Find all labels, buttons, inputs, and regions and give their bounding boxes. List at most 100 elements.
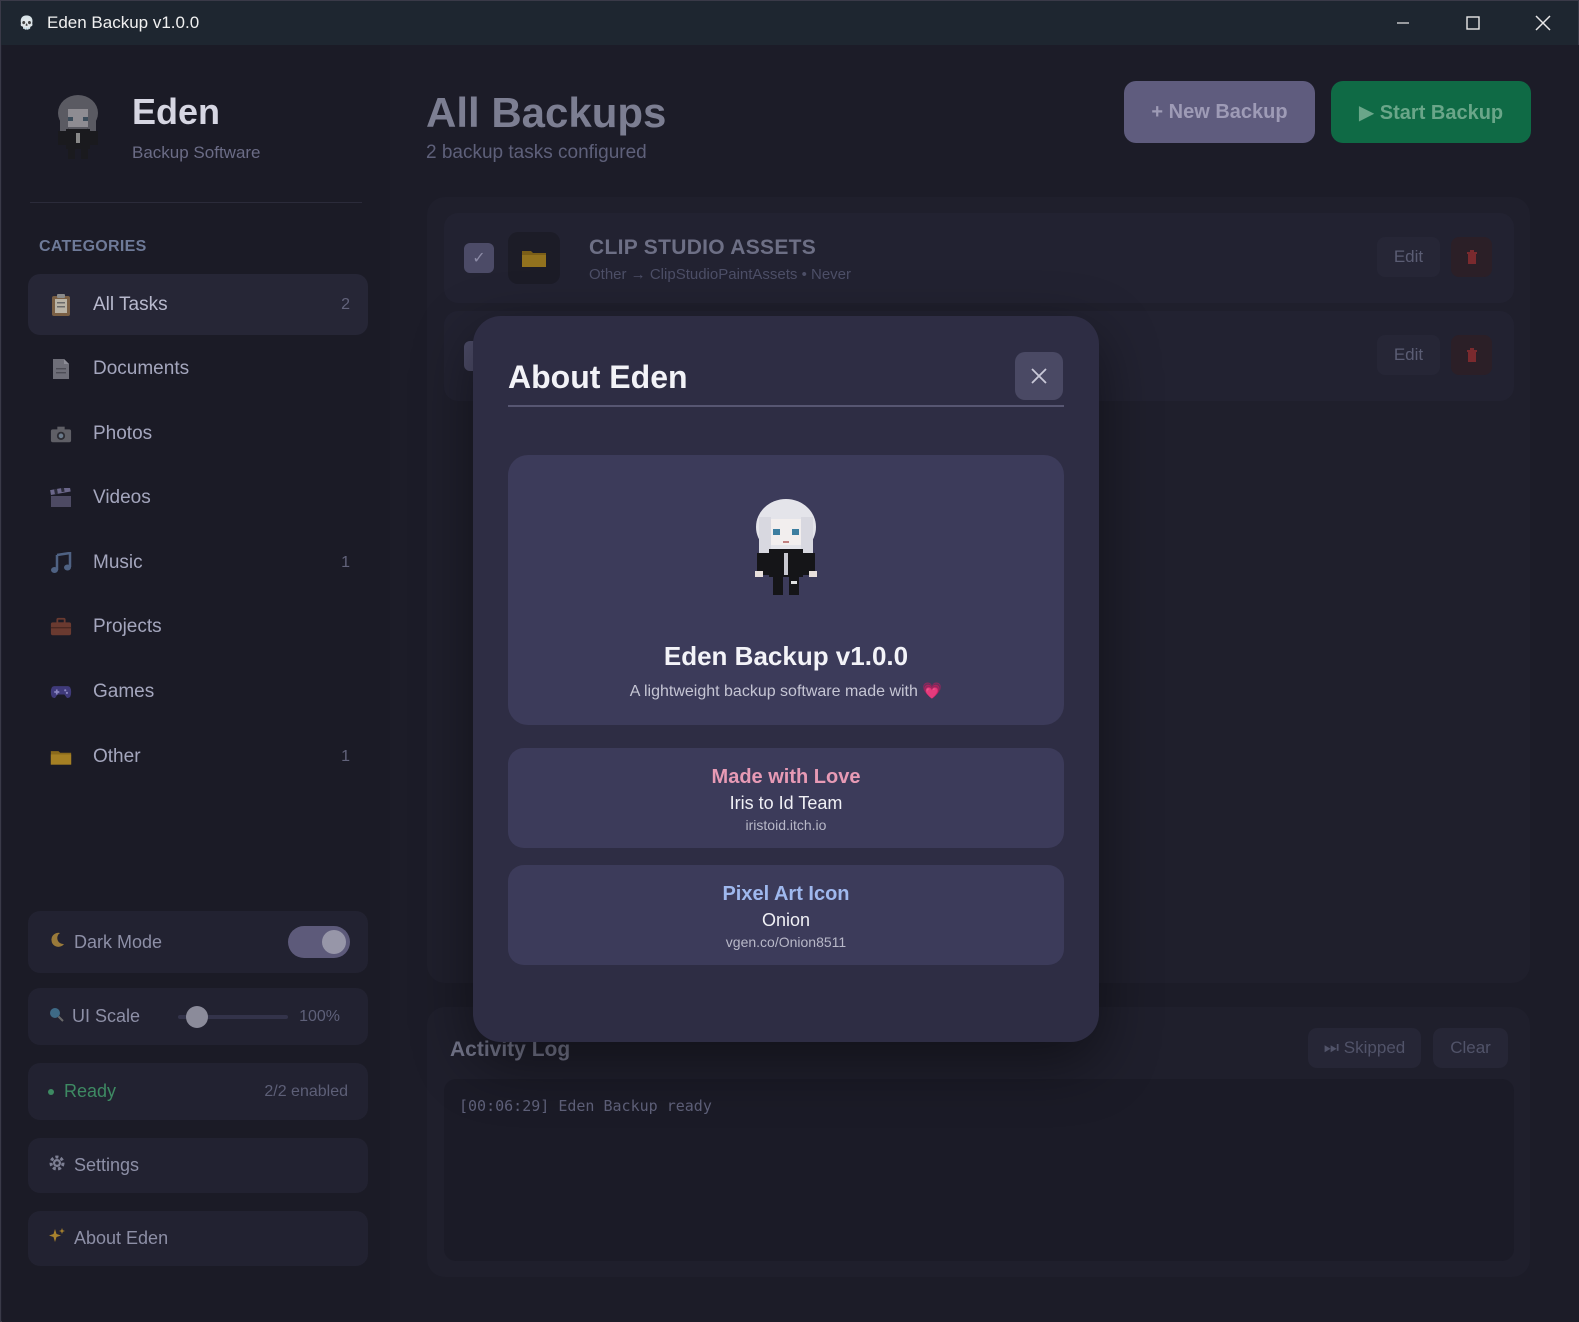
app-skull-icon: 💀: [18, 15, 36, 30]
about-eden-label: About Eden: [74, 1228, 169, 1248]
about-eden-button[interactable]: About Eden: [28, 1211, 368, 1266]
settings-button[interactable]: Settings: [28, 1138, 368, 1193]
ui-scale-label: UI Scale: [72, 1006, 141, 1026]
settings-label: Settings: [74, 1155, 140, 1175]
sidebar-item-count: 1: [341, 553, 350, 571]
credit-link[interactable]: iristoid.itch.io: [508, 817, 1064, 833]
sidebar-item-projects[interactable]: Projects: [28, 597, 368, 658]
clipboard-icon: [50, 293, 72, 316]
sidebar-item-other[interactable]: Other 1: [28, 726, 368, 787]
status-enabled-count: 2/2 enabled: [264, 1082, 348, 1100]
category-list: All Tasks 2 Documents Photos Videos Musi…: [28, 274, 368, 791]
modal-close-button[interactable]: [1015, 352, 1063, 400]
close-icon: [1535, 15, 1551, 31]
heart-icon: 💗: [922, 683, 943, 700]
sidebar-item-all-tasks[interactable]: All Tasks 2: [28, 274, 368, 335]
start-backup-button[interactable]: ▶ Start Backup: [1331, 81, 1531, 143]
sidebar-item-documents[interactable]: Documents: [28, 339, 368, 400]
gamepad-icon: [50, 681, 72, 703]
task-enabled-checkbox[interactable]: ✓: [464, 243, 494, 273]
categories-heading: CATEGORIES: [39, 238, 147, 255]
sidebar-item-label: Music: [93, 551, 143, 573]
sidebar-divider: [30, 202, 362, 203]
slider-thumb[interactable]: [186, 1006, 208, 1028]
sidebar-item-label: Documents: [93, 358, 190, 380]
close-icon: [1031, 368, 1047, 384]
activity-log-panel: Activity Log ⏭ Skipped Clear [00:06:29] …: [427, 1007, 1530, 1277]
ui-scale-row: UI Scale 100%: [28, 988, 368, 1045]
log-output: [00:06:29] Eden Backup ready: [444, 1079, 1514, 1261]
document-icon: [50, 358, 72, 380]
task-name: CLIP STUDIO ASSETS: [589, 236, 817, 259]
sidebar-item-label: Videos: [93, 487, 151, 509]
pixel-character-icon: [751, 497, 821, 599]
folder-icon: [508, 232, 560, 284]
minimize-button[interactable]: [1368, 1, 1438, 45]
maximize-button[interactable]: [1438, 1, 1508, 45]
edit-task-button[interactable]: Edit: [1377, 335, 1440, 375]
dark-mode-toggle[interactable]: [288, 926, 350, 958]
magnifier-icon: [48, 1006, 64, 1027]
credit-title: Pixel Art Icon: [722, 883, 850, 905]
task-row[interactable]: ✓ CLIP STUDIO ASSETS Other → ClipStudioP…: [444, 213, 1514, 303]
dark-mode-row: Dark Mode: [28, 911, 368, 973]
gear-icon: [48, 1154, 66, 1177]
credit-name: Onion: [761, 910, 811, 930]
app-info-card: Eden Backup v1.0.0 A lightweight backup …: [508, 455, 1064, 725]
brand-avatar-icon: [52, 93, 104, 161]
sidebar-item-videos[interactable]: Videos: [28, 468, 368, 529]
delete-task-button[interactable]: [1451, 335, 1492, 375]
page-title: All Backups: [426, 89, 667, 136]
app-version-name: Eden Backup v1.0.0: [663, 641, 909, 671]
dark-mode-label: Dark Mode: [74, 931, 163, 952]
tagline-text: A lightweight backup software made with: [629, 683, 918, 700]
music-note-icon: [50, 551, 72, 574]
moon-icon: [48, 931, 66, 954]
delete-task-button[interactable]: [1451, 237, 1492, 277]
window-title: Eden Backup v1.0.0: [47, 13, 200, 32]
skipped-filter-button[interactable]: ⏭ Skipped: [1308, 1028, 1421, 1068]
sidebar-item-music[interactable]: Music 1: [28, 532, 368, 593]
new-backup-button[interactable]: + New Backup: [1124, 81, 1315, 143]
brand-subtitle: Backup Software: [132, 143, 261, 162]
trash-icon: [1466, 348, 1477, 362]
sidebar-item-count: 1: [341, 747, 350, 765]
sidebar-item-label: Other: [93, 745, 141, 767]
credit-card-made-with-love: Made with Love Iris to Id Team iristoid.…: [508, 748, 1064, 848]
brand-name: Eden: [132, 91, 221, 132]
sidebar-item-photos[interactable]: Photos: [28, 403, 368, 464]
ui-scale-slider[interactable]: [178, 1006, 288, 1028]
status-dot-icon: [48, 1088, 54, 1095]
trash-icon: [1466, 250, 1477, 264]
sparkles-icon: [48, 1227, 66, 1250]
modal-title: About Eden: [508, 359, 688, 395]
camera-icon: [50, 423, 72, 445]
page-subtitle: 2 backup tasks configured: [426, 142, 647, 163]
about-modal: About Eden Eden Backup v1.0.0 A lightwei…: [473, 316, 1099, 1042]
sidebar-item-games[interactable]: Games: [28, 662, 368, 723]
credit-name: Iris to Id Team: [729, 793, 843, 813]
sidebar-item-label: Projects: [93, 616, 162, 638]
app-tagline: A lightweight backup software made with …: [508, 681, 1064, 701]
clapper-icon: [50, 487, 72, 509]
modal-divider: [508, 405, 1064, 407]
log-line: [00:06:29] Eden Backup ready: [459, 1097, 712, 1115]
sidebar: Eden Backup Software CATEGORIES All Task…: [2, 45, 390, 1322]
clear-log-button[interactable]: Clear: [1433, 1028, 1508, 1068]
minimize-icon: [1397, 22, 1409, 24]
briefcase-icon: [50, 616, 72, 638]
ui-scale-value: 100%: [299, 1007, 340, 1025]
brand: Eden Backup Software: [52, 91, 261, 163]
edit-task-button[interactable]: Edit: [1377, 237, 1440, 277]
sidebar-item-label: All Tasks: [93, 293, 168, 315]
toggle-knob: [322, 930, 346, 954]
window-close-button[interactable]: [1508, 1, 1578, 45]
task-meta: Other → ClipStudioPaintAssets • Never: [589, 266, 852, 283]
sidebar-item-label: Games: [93, 681, 155, 703]
sidebar-item-count: 2: [341, 295, 350, 313]
credit-card-pixel-art-icon: Pixel Art Icon Onion vgen.co/Onion8511: [508, 865, 1064, 965]
credit-link[interactable]: vgen.co/Onion8511: [508, 934, 1064, 950]
sidebar-item-label: Photos: [93, 422, 153, 444]
title-bar: 💀 Eden Backup v1.0.0: [1, 1, 1578, 45]
app-window: 💀 Eden Backup v1.0.0 Eden Backup Softwar…: [0, 0, 1579, 1322]
